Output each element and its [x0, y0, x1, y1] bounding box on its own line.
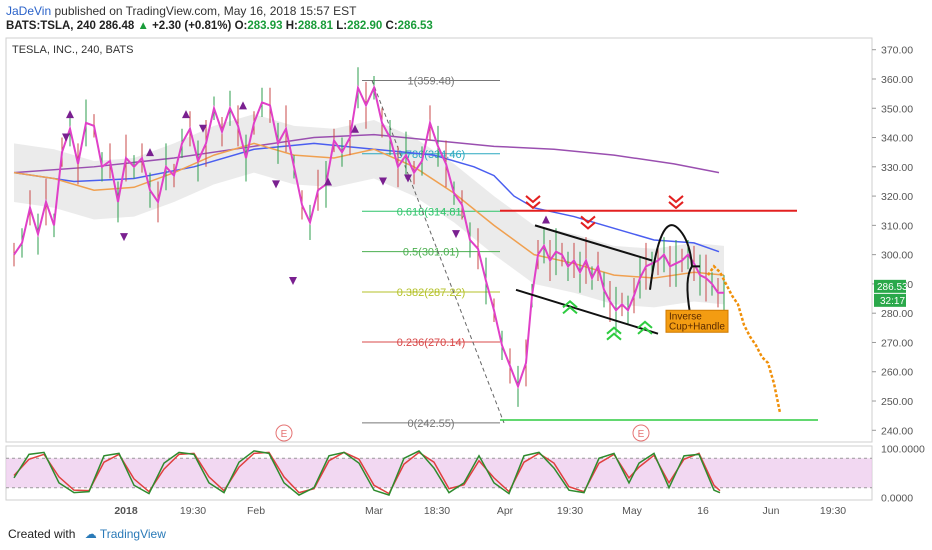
- y-tick-label: 340.00: [881, 133, 913, 145]
- created-with-label: Created with: [8, 527, 76, 541]
- x-tick-label: 19:30: [180, 505, 206, 517]
- y-tick-label: 240.00: [881, 425, 913, 437]
- fib-level-label: 0.618(314.81): [397, 206, 466, 218]
- y-tick-label: 260.00: [881, 367, 913, 379]
- earnings-marker-label: E: [281, 429, 288, 440]
- fib-level-label: 0.5(301.01): [403, 247, 459, 259]
- y-tick-label: 310.00: [881, 220, 913, 232]
- x-tick-label: Jun: [763, 505, 780, 517]
- earnings-marker-label: E: [638, 429, 645, 440]
- stoch-tick-label: 100.0000: [881, 443, 925, 455]
- y-tick-label: 250.00: [881, 396, 913, 408]
- tradingview-logo-icon: ☁: [84, 527, 97, 541]
- stoch-tick-label: 0.0000: [881, 493, 913, 505]
- y-tick-label: 370.00: [881, 45, 913, 57]
- x-tick-label: 19:30: [557, 505, 583, 517]
- y-tick-label: 300.00: [881, 250, 913, 262]
- y-tick-label: 270.00: [881, 337, 913, 349]
- stoch-band: [6, 458, 872, 488]
- x-tick-label: 18:30: [424, 505, 450, 517]
- x-tick-label: 19:30: [820, 505, 846, 517]
- x-tick-label: 2018: [114, 505, 138, 517]
- y-tick-label: 330.00: [881, 162, 913, 174]
- main-pane: [5, 37, 873, 443]
- x-tick-label: May: [622, 505, 643, 517]
- tradingview-brand[interactable]: TradingView: [100, 527, 166, 541]
- fib-level-label: 1(359.48): [407, 76, 454, 88]
- current-price-text: 286.53: [877, 282, 908, 293]
- fib-level-label: 0.236(270.14): [397, 337, 466, 349]
- y-tick-label: 320.00: [881, 191, 913, 203]
- countdown-text: 32:17: [880, 296, 905, 307]
- price-chart[interactable]: TESLA, INC., 240, BATS 370.00 360.00 350.00…: [0, 0, 932, 550]
- x-tick-label: Apr: [497, 505, 514, 517]
- y-tick-label: 350.00: [881, 103, 913, 115]
- footer: Created with ☁ TradingView: [8, 527, 166, 541]
- y-tick-label: 360.00: [881, 74, 913, 86]
- x-tick-label: 16: [697, 505, 709, 517]
- fib-level-label: 0(242.55): [407, 418, 454, 430]
- x-tick-label: Mar: [365, 505, 384, 517]
- annotation-text: Cup+Handle: [669, 321, 725, 332]
- fib-level-label: 0.382(287.22): [397, 287, 466, 299]
- x-tick-label: Feb: [247, 505, 265, 517]
- y-tick-label: 280.00: [881, 308, 913, 320]
- chart-title: TESLA, INC., 240, BATS: [12, 44, 133, 56]
